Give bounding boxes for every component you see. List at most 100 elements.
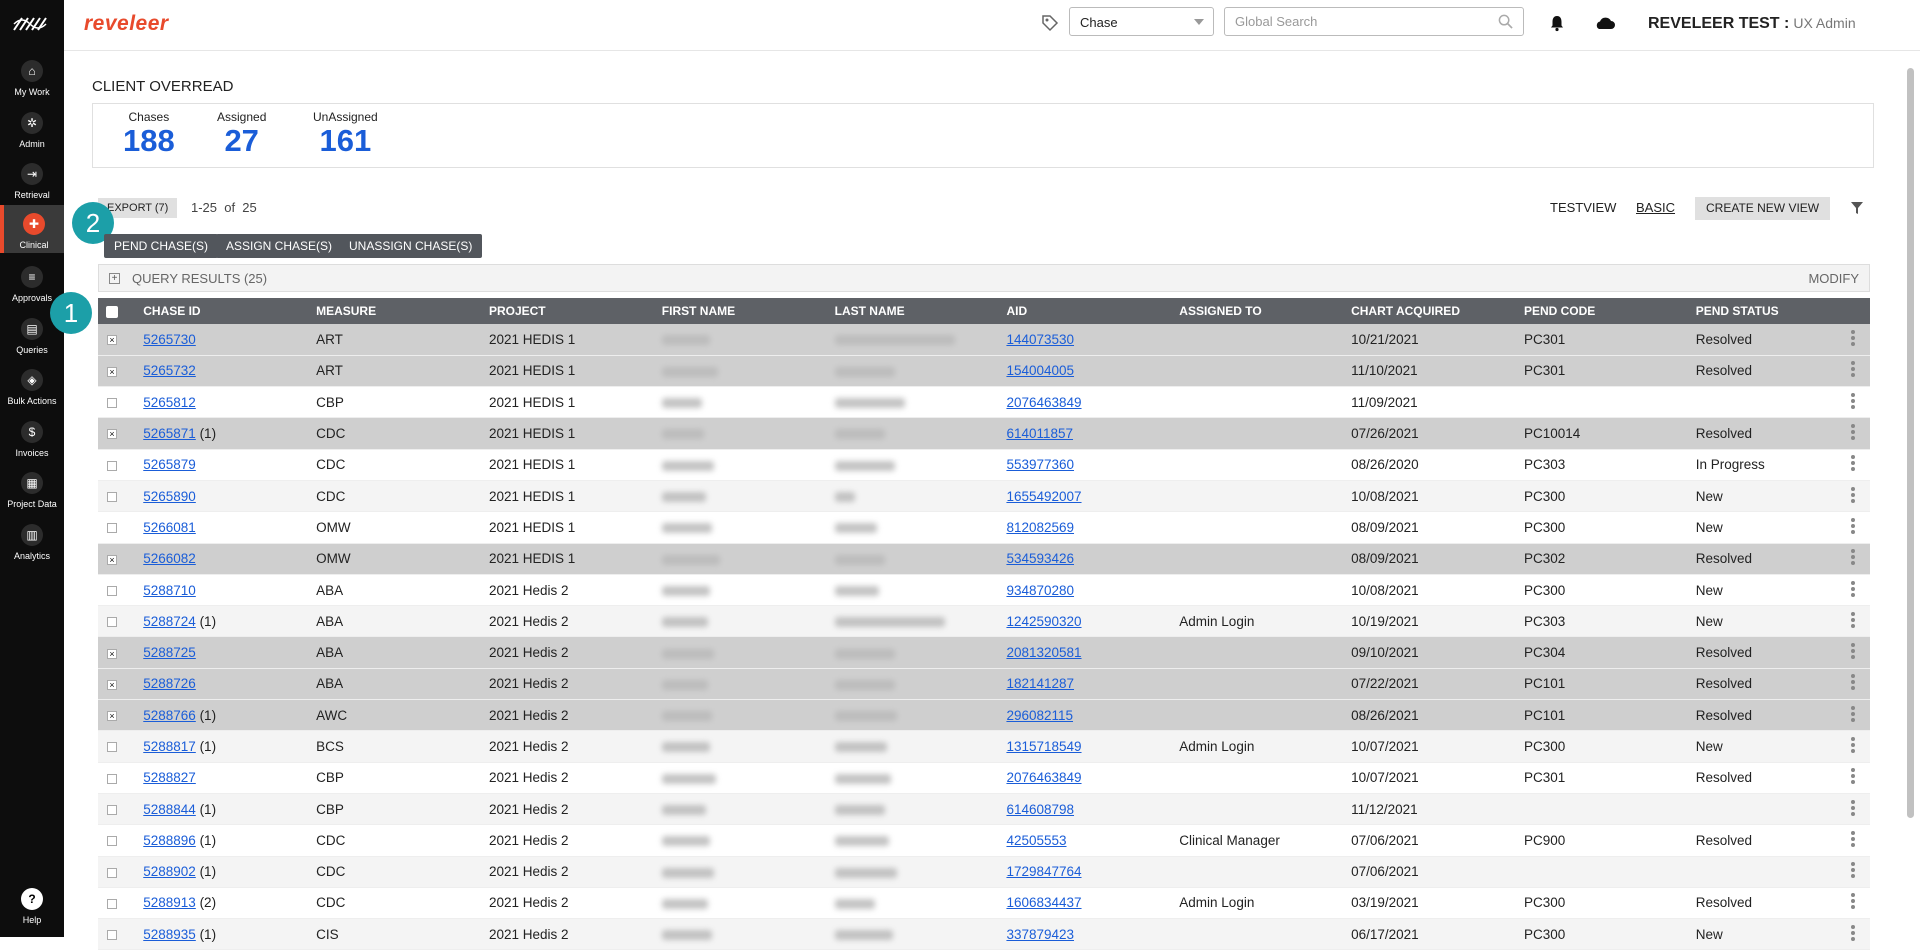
search-icon[interactable] xyxy=(1498,14,1513,29)
scrollbar-thumb[interactable] xyxy=(1907,68,1914,818)
row-checkbox[interactable] xyxy=(107,523,117,534)
unassign-chases-button[interactable]: UNASSIGN CHASE(S) xyxy=(339,234,483,258)
create-new-view-button[interactable]: CREATE NEW VIEW xyxy=(1695,197,1831,220)
row-checkbox[interactable] xyxy=(107,805,117,816)
chase-id-link[interactable]: 5288827 xyxy=(143,770,196,785)
table-row[interactable]: × 5265732 ART 2021 HEDIS 1 154004005 11/10/20… xyxy=(98,355,1870,388)
chase-id-link[interactable]: 5265732 xyxy=(143,363,196,378)
select-all-checkbox[interactable] xyxy=(106,305,118,318)
kebab-menu-icon[interactable] xyxy=(1851,328,1855,348)
kebab-menu-icon[interactable] xyxy=(1851,359,1855,379)
global-search-input[interactable] xyxy=(1235,14,1485,29)
aid-link[interactable]: 553977360 xyxy=(1006,457,1074,472)
chase-id-link[interactable]: 5288896 xyxy=(143,833,196,848)
sidebar-item-my-work[interactable]: ⌂ My Work xyxy=(0,52,64,102)
table-row[interactable]: × 5265730 ART 2021 HEDIS 1 144073530 10/21/20… xyxy=(98,324,1870,356)
row-checkbox[interactable] xyxy=(107,742,117,753)
chase-id-link[interactable]: 5265879 xyxy=(143,457,196,472)
row-checkbox[interactable]: × xyxy=(107,711,117,722)
tag-icon[interactable] xyxy=(1041,14,1059,32)
col-pend-status[interactable]: PEND STATUS xyxy=(1687,298,1843,324)
kebab-menu-icon[interactable] xyxy=(1851,547,1855,567)
kebab-menu-icon[interactable] xyxy=(1851,672,1855,692)
pend-chases-button[interactable]: PEND CHASE(S) xyxy=(104,234,219,258)
sidebar-item-retrieval[interactable]: ⇥ Retrieval xyxy=(0,155,64,205)
table-row[interactable]: 5288913 (2) CDC 2021 Hedis 2 1606834437 Admi… xyxy=(98,887,1870,920)
brand-logo[interactable]: reveleer xyxy=(84,12,169,36)
chase-id-link[interactable]: 5288725 xyxy=(143,645,196,660)
aid-link[interactable]: 2081320581 xyxy=(1006,645,1081,660)
aid-link[interactable]: 2076463849 xyxy=(1006,395,1081,410)
table-row[interactable]: 5288817 (1) BCS 2021 Hedis 2 1315718549 Admi… xyxy=(98,730,1870,763)
row-checkbox[interactable] xyxy=(107,930,117,941)
kebab-menu-icon[interactable] xyxy=(1851,860,1855,880)
aid-link[interactable]: 337879423 xyxy=(1006,927,1074,942)
aid-link[interactable]: 296082115 xyxy=(1006,708,1073,723)
bell-icon[interactable] xyxy=(1548,14,1566,32)
kebab-menu-icon[interactable] xyxy=(1851,391,1855,411)
chase-id-link[interactable]: 5288710 xyxy=(143,583,196,598)
kebab-menu-icon[interactable] xyxy=(1851,891,1855,911)
table-row[interactable]: 5265812 CBP 2021 HEDIS 1 2076463849 11/09/20… xyxy=(98,386,1870,419)
sidebar-item-clinical[interactable]: ✚ Clinical xyxy=(0,205,64,253)
sidebar-item-invoices[interactable]: $ Invoices xyxy=(0,413,64,463)
app-logo-icon[interactable] xyxy=(12,14,52,34)
table-row[interactable]: 5265879 CDC 2021 HEDIS 1 553977360 08/26/202… xyxy=(98,449,1870,481)
kebab-menu-icon[interactable] xyxy=(1851,516,1855,536)
row-checkbox[interactable]: × xyxy=(107,648,117,659)
table-row[interactable]: 5288827 CBP 2021 Hedis 2 2076463849 10/07/20… xyxy=(98,762,1870,794)
row-checkbox[interactable] xyxy=(107,836,117,847)
aid-link[interactable]: 1729847764 xyxy=(1006,864,1081,879)
table-row[interactable]: × 5266082 OMW 2021 HEDIS 1 534593426 08/09/20… xyxy=(98,543,1870,575)
row-checkbox[interactable] xyxy=(107,398,117,409)
aid-link[interactable]: 1242590320 xyxy=(1006,614,1081,629)
chase-id-link[interactable]: 5265812 xyxy=(143,395,196,410)
col-measure[interactable]: MEASURE xyxy=(308,298,481,324)
kebab-menu-icon[interactable] xyxy=(1851,829,1855,849)
chase-id-link[interactable]: 5288817 xyxy=(143,739,196,754)
aid-link[interactable]: 182141287 xyxy=(1006,676,1074,691)
table-row[interactable]: 5288844 (1) CBP 2021 Hedis 2 614608798 11/12… xyxy=(98,793,1870,826)
sidebar-item-help[interactable]: ? Help xyxy=(0,888,64,938)
assign-chases-button[interactable]: ASSIGN CHASE(S) xyxy=(216,234,343,258)
stat-chases[interactable]: Chases 188 xyxy=(123,110,175,158)
table-row[interactable]: 5288902 (1) CDC 2021 Hedis 2 1729847764 07/0… xyxy=(98,856,1870,888)
table-row[interactable]: × 5288766 (1) AWC 2021 Hedis 2 296082115 08/2… xyxy=(98,699,1870,732)
sidebar-item-bulk-actions[interactable]: ◈ Bulk Actions xyxy=(0,361,64,411)
user-info[interactable]: REVELEER TEST : UX Admin xyxy=(1648,15,1856,33)
row-checkbox[interactable]: × xyxy=(107,335,117,346)
chase-id-link[interactable]: 5266081 xyxy=(143,520,196,535)
col-chart-acquired[interactable]: CHART ACQUIRED xyxy=(1343,298,1516,324)
table-row[interactable]: 5288935 (1) CIS 2021 Hedis 2 337879423 06/17… xyxy=(98,918,1870,950)
row-checkbox[interactable] xyxy=(107,898,117,909)
kebab-menu-icon[interactable] xyxy=(1851,641,1855,661)
expand-icon[interactable]: + xyxy=(109,273,120,284)
aid-link[interactable]: 614011857 xyxy=(1006,426,1073,441)
chase-id-link[interactable]: 5288844 xyxy=(143,802,196,817)
chase-id-link[interactable]: 5265890 xyxy=(143,489,196,504)
col-project[interactable]: PROJECT xyxy=(480,298,654,324)
chase-id-link[interactable]: 5288726 xyxy=(143,676,196,691)
table-row[interactable]: 5288724 (1) ABA 2021 Hedis 2 1242590320 Admi… xyxy=(98,605,1870,638)
search-type-select[interactable]: Chase xyxy=(1069,7,1214,36)
table-row[interactable]: × 5288725 ABA 2021 Hedis 2 2081320581 09/10/2… xyxy=(98,636,1870,669)
row-checkbox[interactable] xyxy=(107,492,117,503)
col-last-name[interactable]: LAST NAME xyxy=(826,298,999,324)
page-scrollbar[interactable] xyxy=(1905,60,1916,930)
row-checkbox[interactable]: × xyxy=(107,366,117,377)
kebab-menu-icon[interactable] xyxy=(1851,422,1855,442)
chase-id-link[interactable]: 5266082 xyxy=(143,551,196,566)
aid-link[interactable]: 144073530 xyxy=(1006,332,1074,347)
chase-id-link[interactable]: 5288913 xyxy=(143,895,196,910)
sidebar-item-admin[interactable]: ✲ Admin xyxy=(0,104,64,154)
col-first-name[interactable]: FIRST NAME xyxy=(653,298,827,324)
sidebar-item-analytics[interactable]: ▥ Analytics xyxy=(0,516,64,566)
table-row[interactable]: 5265890 CDC 2021 HEDIS 1 1655492007 10/08/20… xyxy=(98,480,1870,513)
row-checkbox[interactable]: × xyxy=(107,679,117,690)
modify-link[interactable]: MODIFY xyxy=(1808,271,1859,286)
kebab-menu-icon[interactable] xyxy=(1851,610,1855,630)
kebab-menu-icon[interactable] xyxy=(1851,798,1855,818)
row-checkbox[interactable] xyxy=(107,585,117,596)
aid-link[interactable]: 934870280 xyxy=(1006,583,1074,598)
row-checkbox[interactable]: × xyxy=(107,554,117,565)
